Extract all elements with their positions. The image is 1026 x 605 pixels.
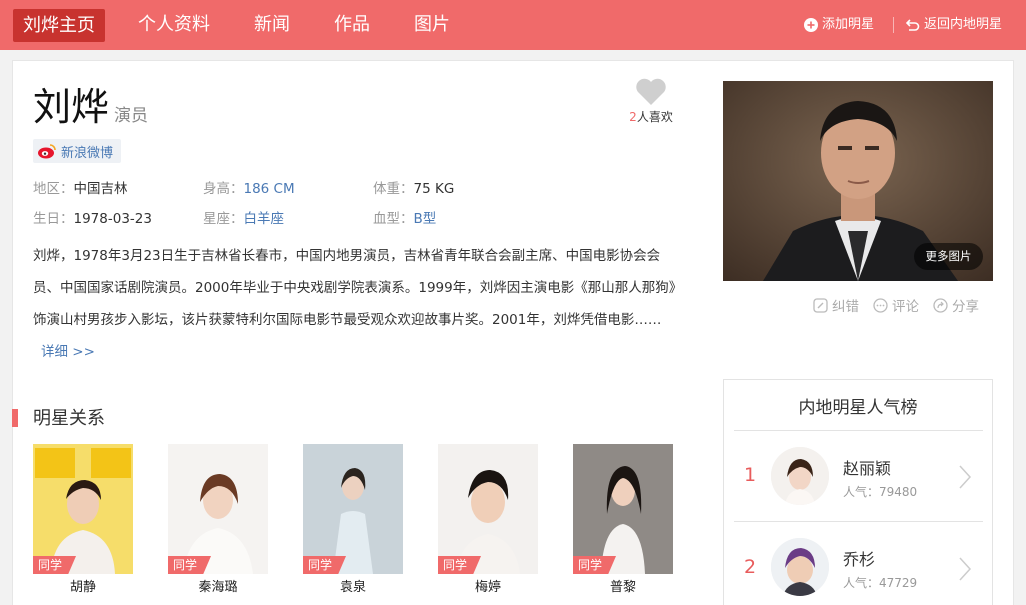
relation-photo: 同学 — [573, 444, 673, 574]
biography-text: 刘烨，1978年3月23日生于吉林省长春市，中国内地男演员，吉林省青年联合会副主… — [33, 248, 676, 328]
weight-label: 体重： — [373, 181, 414, 197]
nav-link-pictures[interactable]: 图片 — [414, 13, 450, 37]
relation-photo: 同学 — [33, 444, 133, 574]
region-value: 中国吉林 — [73, 181, 128, 197]
ranking-avatar-image — [771, 538, 829, 596]
rank-number: 2 — [744, 556, 757, 578]
chevron-right-icon[interactable] — [958, 556, 972, 582]
star-name: 刘烨 — [33, 85, 110, 129]
rank-number: 1 — [744, 464, 757, 486]
relation-name: 秦海璐 — [198, 580, 238, 595]
height-info: 身高：186 CM — [203, 180, 295, 198]
share-icon — [933, 297, 948, 313]
nav-link-works[interactable]: 作品 — [334, 13, 370, 37]
biography: 刘烨，1978年3月23日生于吉林省长春市，中国内地男演员，吉林省青年联合会副主… — [33, 240, 678, 368]
section-accent-bar — [12, 409, 18, 427]
avatar[interactable] — [771, 538, 829, 596]
comment-button[interactable]: 评论 — [873, 295, 919, 315]
like-count-text: 2人喜欢 — [626, 108, 676, 125]
blood-value[interactable]: B型 — [414, 211, 437, 227]
comment-icon — [873, 297, 888, 313]
relation-card[interactable]: 同学 袁泉 — [303, 444, 403, 602]
add-star-label: 添加明星 — [822, 17, 875, 32]
more-pictures-button[interactable]: 更多图片 — [914, 243, 983, 270]
star-role: 演员 — [114, 106, 148, 126]
relation-portrait — [168, 444, 268, 574]
weibo-icon — [38, 144, 56, 159]
back-label: 返回内地明星 — [924, 17, 1003, 32]
return-arrow-icon — [906, 19, 920, 31]
avatar[interactable] — [771, 447, 829, 505]
relation-card[interactable]: 同学 秦海璐 — [168, 444, 268, 602]
zodiac-value[interactable]: 白羊座 — [244, 211, 285, 227]
weibo-link[interactable]: 新浪微博 — [33, 139, 122, 163]
ranking-popularity: 人气：47729 — [843, 576, 918, 590]
nav-link-news[interactable]: 新闻 — [254, 13, 290, 37]
relation-photo: 同学 — [168, 444, 268, 574]
birthday-label: 生日： — [33, 211, 74, 227]
relation-photo: 同学 — [438, 444, 538, 574]
ranking-divider — [734, 430, 983, 431]
height-label: 身高： — [203, 181, 244, 197]
plus-circle-icon — [804, 18, 818, 32]
chevron-right-icon[interactable] — [958, 464, 972, 490]
nav-link-profile[interactable]: 个人资料 — [138, 13, 210, 37]
zodiac-label: 星座： — [203, 211, 244, 227]
ranking-popularity: 人气：79480 — [843, 485, 918, 499]
relation-card[interactable]: 同学 胡静 — [33, 444, 133, 602]
weight-info: 体重：75 KG — [373, 180, 454, 198]
region-label: 地区： — [33, 181, 74, 197]
weibo-label: 新浪微博 — [61, 145, 114, 161]
ranking-avatar-image — [771, 447, 829, 505]
like-count: 2 — [629, 110, 637, 124]
share-label: 分享 — [952, 299, 979, 315]
weight-value: 75 KG — [413, 181, 455, 197]
top-nav-bar: 刘烨主页 个人资料 新闻 作品 图片 添加明星 返回内地明星 — [0, 0, 1026, 50]
relation-portrait — [438, 444, 538, 574]
relations-title: 明星关系 — [33, 408, 105, 429]
correct-label: 纠错 — [832, 299, 859, 315]
heart-icon — [636, 78, 666, 105]
ranking-title: 内地明星人气榜 — [798, 398, 918, 418]
ranking-divider — [734, 521, 983, 522]
comment-label: 评论 — [892, 299, 919, 315]
relation-name: 袁泉 — [339, 580, 366, 595]
bio-more-link[interactable]: 详细 >> — [41, 344, 95, 360]
relation-name: 梅婷 — [474, 580, 501, 595]
correct-button[interactable]: 纠错 — [813, 295, 859, 315]
height-value[interactable]: 186 CM — [244, 181, 295, 197]
ranking-name[interactable]: 乔杉 — [843, 546, 875, 570]
birthday-value: 1978-03-23 — [73, 211, 152, 227]
relation-photo: 同学 — [303, 444, 403, 574]
like-button[interactable]: 2人喜欢 — [626, 78, 676, 125]
edit-icon — [813, 297, 828, 313]
blood-label: 血型： — [373, 211, 414, 227]
relation-name: 胡静 — [69, 580, 96, 595]
share-button[interactable]: 分享 — [933, 295, 979, 315]
relation-portrait — [573, 444, 673, 574]
nav-divider — [893, 17, 894, 33]
region-info: 地区：中国吉林 — [33, 180, 128, 198]
like-suffix: 人喜欢 — [636, 110, 673, 124]
relation-portrait — [33, 444, 133, 574]
relation-card[interactable]: 同学 普黎 — [573, 444, 673, 602]
back-to-mainland-stars-button[interactable]: 返回内地明星 — [906, 16, 1002, 34]
add-star-button[interactable]: 添加明星 — [804, 16, 874, 34]
relation-portrait — [303, 444, 403, 574]
ranking-name[interactable]: 赵丽颖 — [843, 455, 891, 479]
birthday-info: 生日：1978-03-23 — [33, 210, 152, 228]
brand-home-button[interactable]: 刘烨主页 — [13, 9, 105, 42]
relation-name: 普黎 — [609, 580, 636, 595]
relation-card[interactable]: 同学 梅婷 — [438, 444, 538, 602]
blood-info: 血型：B型 — [373, 210, 436, 228]
zodiac-info: 星座：白羊座 — [203, 210, 284, 228]
